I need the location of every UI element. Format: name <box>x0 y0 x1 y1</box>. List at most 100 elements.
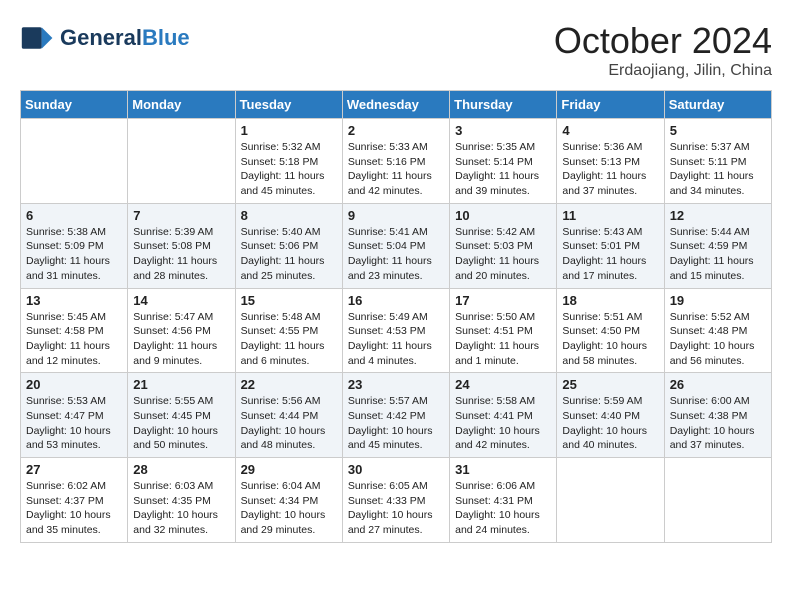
day-info: Sunrise: 5:40 AMSunset: 5:06 PMDaylight:… <box>241 225 337 284</box>
day-number: 10 <box>455 208 551 223</box>
day-number: 1 <box>241 123 337 138</box>
calendar-cell: 12 Sunrise: 5:44 AMSunset: 4:59 PMDayligh… <box>664 203 771 288</box>
logo-text: GeneralBlue <box>60 25 190 51</box>
day-info: Sunrise: 5:39 AMSunset: 5:08 PMDaylight:… <box>133 225 229 284</box>
calendar-cell: 22 Sunrise: 5:56 AMSunset: 4:44 PMDayligh… <box>235 373 342 458</box>
calendar-cell: 13Sunrise: 5:45 AMSunset: 4:58 PMDayligh… <box>21 288 128 373</box>
day-number: 31 <box>455 462 551 477</box>
day-number: 5 <box>670 123 766 138</box>
day-number: 30 <box>348 462 444 477</box>
day-info: Sunrise: 6:04 AMSunset: 4:34 PMDaylight:… <box>241 479 337 538</box>
calendar-cell: 14 Sunrise: 5:47 AMSunset: 4:56 PMDayligh… <box>128 288 235 373</box>
calendar-cell: 31 Sunrise: 6:06 AMSunset: 4:31 PMDayligh… <box>450 458 557 543</box>
day-info: Sunrise: 5:52 AMSunset: 4:48 PMDaylight:… <box>670 310 766 369</box>
weekday-header: Saturday <box>664 91 771 119</box>
calendar-cell: 3 Sunrise: 5:35 AMSunset: 5:14 PMDaylight… <box>450 119 557 204</box>
day-info: Sunrise: 5:33 AMSunset: 5:16 PMDaylight:… <box>348 140 444 199</box>
day-info: Sunrise: 5:51 AMSunset: 4:50 PMDaylight:… <box>562 310 658 369</box>
calendar-cell: 6 Sunrise: 5:38 AMSunset: 5:09 PMDaylight… <box>21 203 128 288</box>
calendar-cell: 28 Sunrise: 6:03 AMSunset: 4:35 PMDayligh… <box>128 458 235 543</box>
weekday-header: Friday <box>557 91 664 119</box>
day-info: Sunrise: 5:47 AMSunset: 4:56 PMDaylight:… <box>133 310 229 369</box>
day-number: 6 <box>26 208 122 223</box>
weekday-header: Sunday <box>21 91 128 119</box>
calendar-cell: 26 Sunrise: 6:00 AMSunset: 4:38 PMDayligh… <box>664 373 771 458</box>
calendar-cell: 29 Sunrise: 6:04 AMSunset: 4:34 PMDayligh… <box>235 458 342 543</box>
day-info: Sunrise: 6:00 AMSunset: 4:38 PMDaylight:… <box>670 394 766 453</box>
day-info: Sunrise: 5:57 AMSunset: 4:42 PMDaylight:… <box>348 394 444 453</box>
calendar-cell: 9 Sunrise: 5:41 AMSunset: 5:04 PMDaylight… <box>342 203 449 288</box>
day-info: Sunrise: 6:05 AMSunset: 4:33 PMDaylight:… <box>348 479 444 538</box>
calendar-cell: 18Sunrise: 5:51 AMSunset: 4:50 PMDayligh… <box>557 288 664 373</box>
title-area: October 2024 Erdaojiang, Jilin, China <box>554 20 772 80</box>
day-info: Sunrise: 5:35 AMSunset: 5:14 PMDaylight:… <box>455 140 551 199</box>
calendar-week-row: 20Sunrise: 5:53 AMSunset: 4:47 PMDayligh… <box>21 373 772 458</box>
day-info: Sunrise: 5:43 AMSunset: 5:01 PMDaylight:… <box>562 225 658 284</box>
day-number: 13 <box>26 293 122 308</box>
day-number: 27 <box>26 462 122 477</box>
day-info: Sunrise: 5:49 AMSunset: 4:53 PMDaylight:… <box>348 310 444 369</box>
day-number: 21 <box>133 377 229 392</box>
calendar-cell <box>557 458 664 543</box>
calendar-cell: 1 Sunrise: 5:32 AMSunset: 5:18 PMDaylight… <box>235 119 342 204</box>
calendar-week-row: 1 Sunrise: 5:32 AMSunset: 5:18 PMDaylight… <box>21 119 772 204</box>
day-number: 11 <box>562 208 658 223</box>
day-number: 24 <box>455 377 551 392</box>
location: Erdaojiang, Jilin, China <box>554 62 772 80</box>
day-number: 2 <box>348 123 444 138</box>
calendar-cell: 11 Sunrise: 5:43 AMSunset: 5:01 PMDayligh… <box>557 203 664 288</box>
calendar-cell: 30 Sunrise: 6:05 AMSunset: 4:33 PMDayligh… <box>342 458 449 543</box>
day-info: Sunrise: 5:59 AMSunset: 4:40 PMDaylight:… <box>562 394 658 453</box>
calendar-cell <box>664 458 771 543</box>
calendar-cell: 8 Sunrise: 5:40 AMSunset: 5:06 PMDaylight… <box>235 203 342 288</box>
day-number: 16 <box>348 293 444 308</box>
day-info: Sunrise: 5:41 AMSunset: 5:04 PMDaylight:… <box>348 225 444 284</box>
logo: GeneralBlue <box>20 20 190 56</box>
day-number: 23 <box>348 377 444 392</box>
day-number: 29 <box>241 462 337 477</box>
calendar-cell: 5 Sunrise: 5:37 AMSunset: 5:11 PMDaylight… <box>664 119 771 204</box>
header: GeneralBlue October 2024 Erdaojiang, Jil… <box>20 20 772 80</box>
calendar-cell <box>128 119 235 204</box>
day-info: Sunrise: 5:55 AMSunset: 4:45 PMDaylight:… <box>133 394 229 453</box>
weekday-header: Monday <box>128 91 235 119</box>
calendar-cell: 7Sunrise: 5:39 AMSunset: 5:08 PMDaylight… <box>128 203 235 288</box>
day-info: Sunrise: 5:48 AMSunset: 4:55 PMDaylight:… <box>241 310 337 369</box>
calendar-week-row: 6 Sunrise: 5:38 AMSunset: 5:09 PMDaylight… <box>21 203 772 288</box>
calendar-week-row: 13Sunrise: 5:45 AMSunset: 4:58 PMDayligh… <box>21 288 772 373</box>
day-number: 17 <box>455 293 551 308</box>
day-number: 9 <box>348 208 444 223</box>
day-info: Sunrise: 5:53 AMSunset: 4:47 PMDaylight:… <box>26 394 122 453</box>
calendar-cell: 16 Sunrise: 5:49 AMSunset: 4:53 PMDayligh… <box>342 288 449 373</box>
calendar-cell: 4Sunrise: 5:36 AMSunset: 5:13 PMDaylight… <box>557 119 664 204</box>
weekday-header: Tuesday <box>235 91 342 119</box>
day-number: 3 <box>455 123 551 138</box>
day-number: 19 <box>670 293 766 308</box>
day-number: 12 <box>670 208 766 223</box>
calendar-cell: 15Sunrise: 5:48 AMSunset: 4:55 PMDayligh… <box>235 288 342 373</box>
day-number: 8 <box>241 208 337 223</box>
calendar: SundayMondayTuesdayWednesdayThursdayFrid… <box>20 90 772 543</box>
day-number: 26 <box>670 377 766 392</box>
day-info: Sunrise: 5:38 AMSunset: 5:09 PMDaylight:… <box>26 225 122 284</box>
weekday-header: Wednesday <box>342 91 449 119</box>
calendar-cell: 17 Sunrise: 5:50 AMSunset: 4:51 PMDayligh… <box>450 288 557 373</box>
day-number: 28 <box>133 462 229 477</box>
calendar-cell <box>21 119 128 204</box>
day-number: 22 <box>241 377 337 392</box>
day-info: Sunrise: 5:56 AMSunset: 4:44 PMDaylight:… <box>241 394 337 453</box>
day-info: Sunrise: 6:03 AMSunset: 4:35 PMDaylight:… <box>133 479 229 538</box>
calendar-cell: 24Sunrise: 5:58 AMSunset: 4:41 PMDayligh… <box>450 373 557 458</box>
day-info: Sunrise: 5:37 AMSunset: 5:11 PMDaylight:… <box>670 140 766 199</box>
calendar-cell: 25Sunrise: 5:59 AMSunset: 4:40 PMDayligh… <box>557 373 664 458</box>
day-info: Sunrise: 5:50 AMSunset: 4:51 PMDaylight:… <box>455 310 551 369</box>
day-info: Sunrise: 5:32 AMSunset: 5:18 PMDaylight:… <box>241 140 337 199</box>
day-number: 14 <box>133 293 229 308</box>
logo-icon <box>20 20 56 56</box>
month-title: October 2024 <box>554 20 772 62</box>
calendar-cell: 27Sunrise: 6:02 AMSunset: 4:37 PMDayligh… <box>21 458 128 543</box>
day-info: Sunrise: 5:44 AMSunset: 4:59 PMDaylight:… <box>670 225 766 284</box>
weekday-header: Thursday <box>450 91 557 119</box>
calendar-cell: 23 Sunrise: 5:57 AMSunset: 4:42 PMDayligh… <box>342 373 449 458</box>
day-info: Sunrise: 6:06 AMSunset: 4:31 PMDaylight:… <box>455 479 551 538</box>
